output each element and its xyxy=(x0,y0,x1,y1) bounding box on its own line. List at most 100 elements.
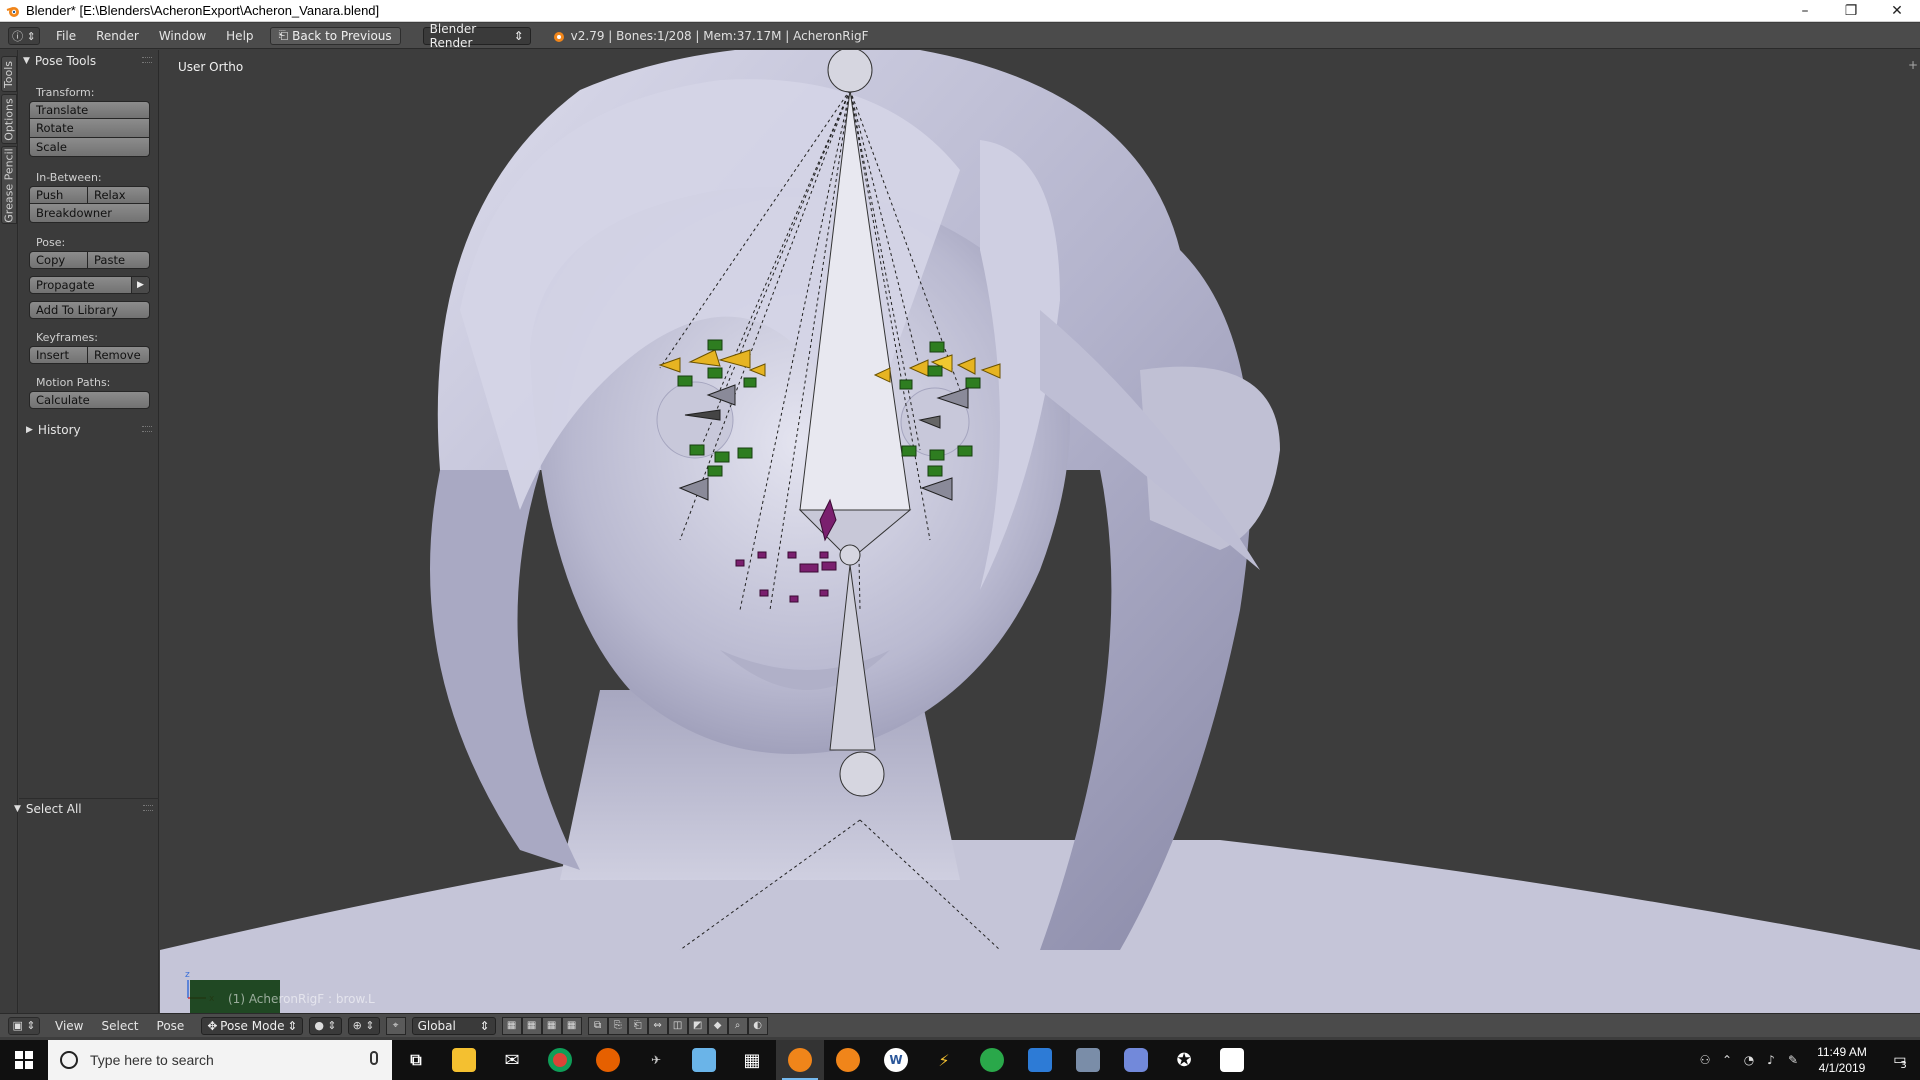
expand-properties-icon[interactable]: + xyxy=(1908,58,1918,72)
character-mesh-and-armature[interactable]: z x xyxy=(160,50,1920,1013)
propagate-menu-arrow-icon[interactable]: ▶ xyxy=(131,277,149,293)
app-button-2[interactable]: ⚡ xyxy=(920,1040,968,1080)
pivot-point-dropdown[interactable]: ⊕ ⇕ xyxy=(347,1016,380,1035)
minimize-button[interactable]: – xyxy=(1782,0,1828,22)
network-icon[interactable]: ◔ xyxy=(1738,1040,1760,1080)
show-hidden-icons-chevron-icon[interactable]: ⌃ xyxy=(1716,1040,1738,1080)
discord-button[interactable] xyxy=(1112,1040,1160,1080)
layer-grid-icon[interactable]: ▦ xyxy=(521,1016,542,1035)
pose-tools-panel-header[interactable]: ▼ Pose Tools xyxy=(23,52,154,70)
transform-orientation-dropdown[interactable]: Global ⇕ xyxy=(411,1016,496,1035)
app-button-5[interactable] xyxy=(1064,1040,1112,1080)
keyframes-label: Keyframes: xyxy=(36,331,98,344)
translate-button[interactable]: Translate xyxy=(29,101,150,119)
app-button-4[interactable] xyxy=(1016,1040,1064,1080)
interaction-mode-dropdown[interactable]: ✥ Pose Mode ⇕ xyxy=(201,1016,304,1035)
propagate-button[interactable]: Propagate ▶ xyxy=(29,276,150,294)
onion-skin-icon[interactable]: ◐ xyxy=(747,1016,768,1035)
file-explorer-button[interactable] xyxy=(440,1040,488,1080)
menu-pose[interactable]: Pose xyxy=(148,1019,194,1033)
calculate-button[interactable]: Calculate xyxy=(29,391,150,409)
remove-keyframe-button[interactable]: Remove xyxy=(88,346,150,364)
active-bone-label: (1) AcheronRigF : brow.L xyxy=(228,992,375,1006)
scale-button[interactable]: Scale xyxy=(29,138,150,157)
tab-tools[interactable]: Tools xyxy=(1,56,17,92)
tab-grease-pencil[interactable]: Grease Pencil xyxy=(1,146,17,224)
zoom-icon[interactable]: ⌕ xyxy=(727,1016,748,1035)
pose-library-icon[interactable]: ⧉ xyxy=(587,1016,608,1035)
menu-file[interactable]: File xyxy=(46,29,86,43)
blender-button[interactable] xyxy=(824,1040,872,1080)
layer-grid-icon[interactable]: ▦ xyxy=(501,1016,522,1035)
pose-tools-icons: ⧉ ⎘ ⎗ ⇔ ◫ ◩ ◆ ⌕ ◐ xyxy=(587,1016,768,1035)
menu-select[interactable]: Select xyxy=(92,1019,147,1033)
chrome-icon xyxy=(548,1048,572,1072)
notes-button[interactable] xyxy=(680,1040,728,1080)
close-button[interactable]: ✕ xyxy=(1874,0,1920,22)
neck-bone-joint[interactable] xyxy=(839,544,861,566)
action-center-button[interactable]: ▭ 3 xyxy=(1880,1040,1920,1080)
relax-button[interactable]: Relax xyxy=(88,186,150,204)
menu-render[interactable]: Render xyxy=(86,29,149,43)
history-title: History xyxy=(37,423,81,437)
firefox-icon xyxy=(596,1048,620,1072)
breakdowner-button[interactable]: Breakdowner xyxy=(29,204,150,223)
keyframe-icon[interactable]: ◆ xyxy=(707,1016,728,1035)
blender-active-button[interactable] xyxy=(776,1040,824,1080)
render-engine-dropdown[interactable]: Blender Render ⇕ xyxy=(422,22,531,50)
viewport-shading-dropdown[interactable]: ● ⇕ xyxy=(309,1016,342,1035)
pen-icon[interactable]: ✎ xyxy=(1782,1040,1804,1080)
camera-icon[interactable]: ◫ xyxy=(667,1016,688,1035)
app-button-6[interactable]: ✪ xyxy=(1160,1040,1208,1080)
calculator-button[interactable]: ▦ xyxy=(728,1040,776,1080)
paste-pose-button[interactable]: Paste xyxy=(88,251,150,269)
start-button[interactable] xyxy=(0,1040,48,1080)
mail-button[interactable]: ✉ xyxy=(488,1040,536,1080)
render-icon[interactable]: ◩ xyxy=(687,1016,708,1035)
insert-keyframe-button[interactable]: Insert xyxy=(29,346,88,364)
head-bone-joint[interactable] xyxy=(827,50,873,93)
add-to-library-button[interactable]: Add To Library xyxy=(29,301,150,319)
app-button-3[interactable] xyxy=(968,1040,1016,1080)
taskbar-clock[interactable]: 11:49 AM 4/1/2019 xyxy=(1804,1044,1880,1076)
select-all-panel-header[interactable]: ▼ Select All xyxy=(14,800,155,818)
chrome-button[interactable] xyxy=(536,1040,584,1080)
menu-help[interactable]: Help xyxy=(216,29,263,43)
drag-grip-icon[interactable] xyxy=(142,426,152,432)
rotate-button[interactable]: Rotate xyxy=(29,119,150,138)
firefox-button[interactable] xyxy=(584,1040,632,1080)
tab-options[interactable]: Options xyxy=(1,94,17,144)
copy-pose-button[interactable]: Copy xyxy=(29,251,88,269)
menu-window[interactable]: Window xyxy=(149,29,216,43)
pose-tools-title: Pose Tools xyxy=(34,54,97,68)
paste-pose-icon[interactable]: ⎗ xyxy=(627,1016,648,1035)
editor-type-selector[interactable]: ▣ ⇕ xyxy=(8,1016,40,1035)
render-engine-label: Blender Render xyxy=(429,21,477,50)
photos-button[interactable] xyxy=(1208,1040,1256,1080)
copy-pose-icon[interactable]: ⎘ xyxy=(607,1016,628,1035)
layer-grid-icon[interactable]: ▦ xyxy=(561,1016,582,1035)
taskbar-search-box[interactable]: Type here to search xyxy=(48,1040,392,1080)
volume-icon[interactable]: ♪ xyxy=(1760,1040,1782,1080)
restore-button[interactable]: ❐ xyxy=(1828,0,1874,22)
app-button[interactable]: ✈ xyxy=(632,1040,680,1080)
back-to-previous-button[interactable]: ⎗ Back to Previous xyxy=(269,26,401,45)
drag-grip-icon[interactable] xyxy=(143,805,153,811)
manipulator-toggle-icon[interactable]: ⌖ xyxy=(385,1016,406,1035)
clock-date: 4/1/2019 xyxy=(1818,1061,1866,1075)
editor-type-selector[interactable]: ⓘ ⇕ xyxy=(8,26,40,45)
snap-icon[interactable]: ⇔ xyxy=(647,1016,668,1035)
layer-grid-icon[interactable]: ▦ xyxy=(541,1016,562,1035)
3d-viewport[interactable]: z x User Ortho (1) AcheronRigF : brow.L … xyxy=(160,50,1920,1013)
spine-bone-joint[interactable] xyxy=(839,751,885,797)
drag-grip-icon[interactable] xyxy=(142,57,152,63)
menu-view[interactable]: View xyxy=(46,1019,92,1033)
blender-logo-icon xyxy=(553,31,564,42)
microphone-icon[interactable] xyxy=(370,1051,378,1065)
push-button[interactable]: Push xyxy=(29,186,88,204)
task-view-button[interactable]: ⧉ xyxy=(392,1040,440,1080)
people-icon[interactable]: ⚇ xyxy=(1694,1040,1716,1080)
history-panel-header[interactable]: ▶ History xyxy=(23,421,154,439)
word-button[interactable]: W xyxy=(872,1040,920,1080)
mail-icon: ✉ xyxy=(504,1049,520,1071)
